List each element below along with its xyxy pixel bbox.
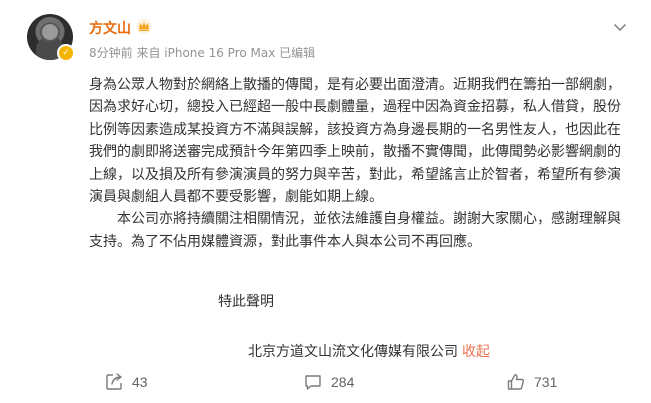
like-button[interactable]: 731 (506, 371, 557, 393)
comment-count: 284 (331, 374, 355, 390)
post-body: 身為公眾人物對於網絡上散播的傳聞，是有必要出面澄清。近期我們在籌拍一部網劇，因為… (89, 74, 634, 253)
share-count: 43 (132, 374, 148, 390)
action-bar: 43 284 731 (0, 366, 651, 403)
weibo-post-card: ✓ 方文山 8分钟前 来自 iPhone 16 Pro Max 已编辑 身為公眾… (0, 0, 651, 403)
post-paragraph-2: 本公司亦將持續關注相關情況，並依法維護自身權益。謝謝大家關心，感謝理解與支持。為… (89, 211, 621, 250)
share-icon (104, 372, 124, 392)
verified-badge-icon: ✓ (57, 44, 75, 62)
comment-button[interactable]: 284 (303, 371, 354, 393)
company-name: 北京方道文山流文化傳媒有限公司 (248, 344, 458, 360)
avatar[interactable]: ✓ (27, 14, 75, 62)
thumbs-up-icon (506, 372, 526, 392)
username[interactable]: 方文山 (89, 18, 131, 38)
comment-icon (303, 372, 323, 392)
signature-statement: 特此聲明 (218, 294, 274, 310)
post-meta: 8分钟前 来自 iPhone 16 Pro Max 已编辑 (89, 46, 316, 60)
post-paragraph-1: 身為公眾人物對於網絡上散播的傳聞，是有必要出面澄清。近期我們在籌拍一部網劇，因為… (89, 77, 621, 206)
share-button[interactable]: 43 (104, 371, 148, 393)
collapse-link[interactable]: 收起 (462, 344, 490, 360)
crown-icon[interactable] (136, 18, 152, 34)
signature-company: 北京方道文山流文化傳媒有限公司 收起 (248, 341, 490, 361)
chevron-down-icon[interactable] (611, 18, 629, 36)
like-count: 731 (534, 374, 558, 390)
